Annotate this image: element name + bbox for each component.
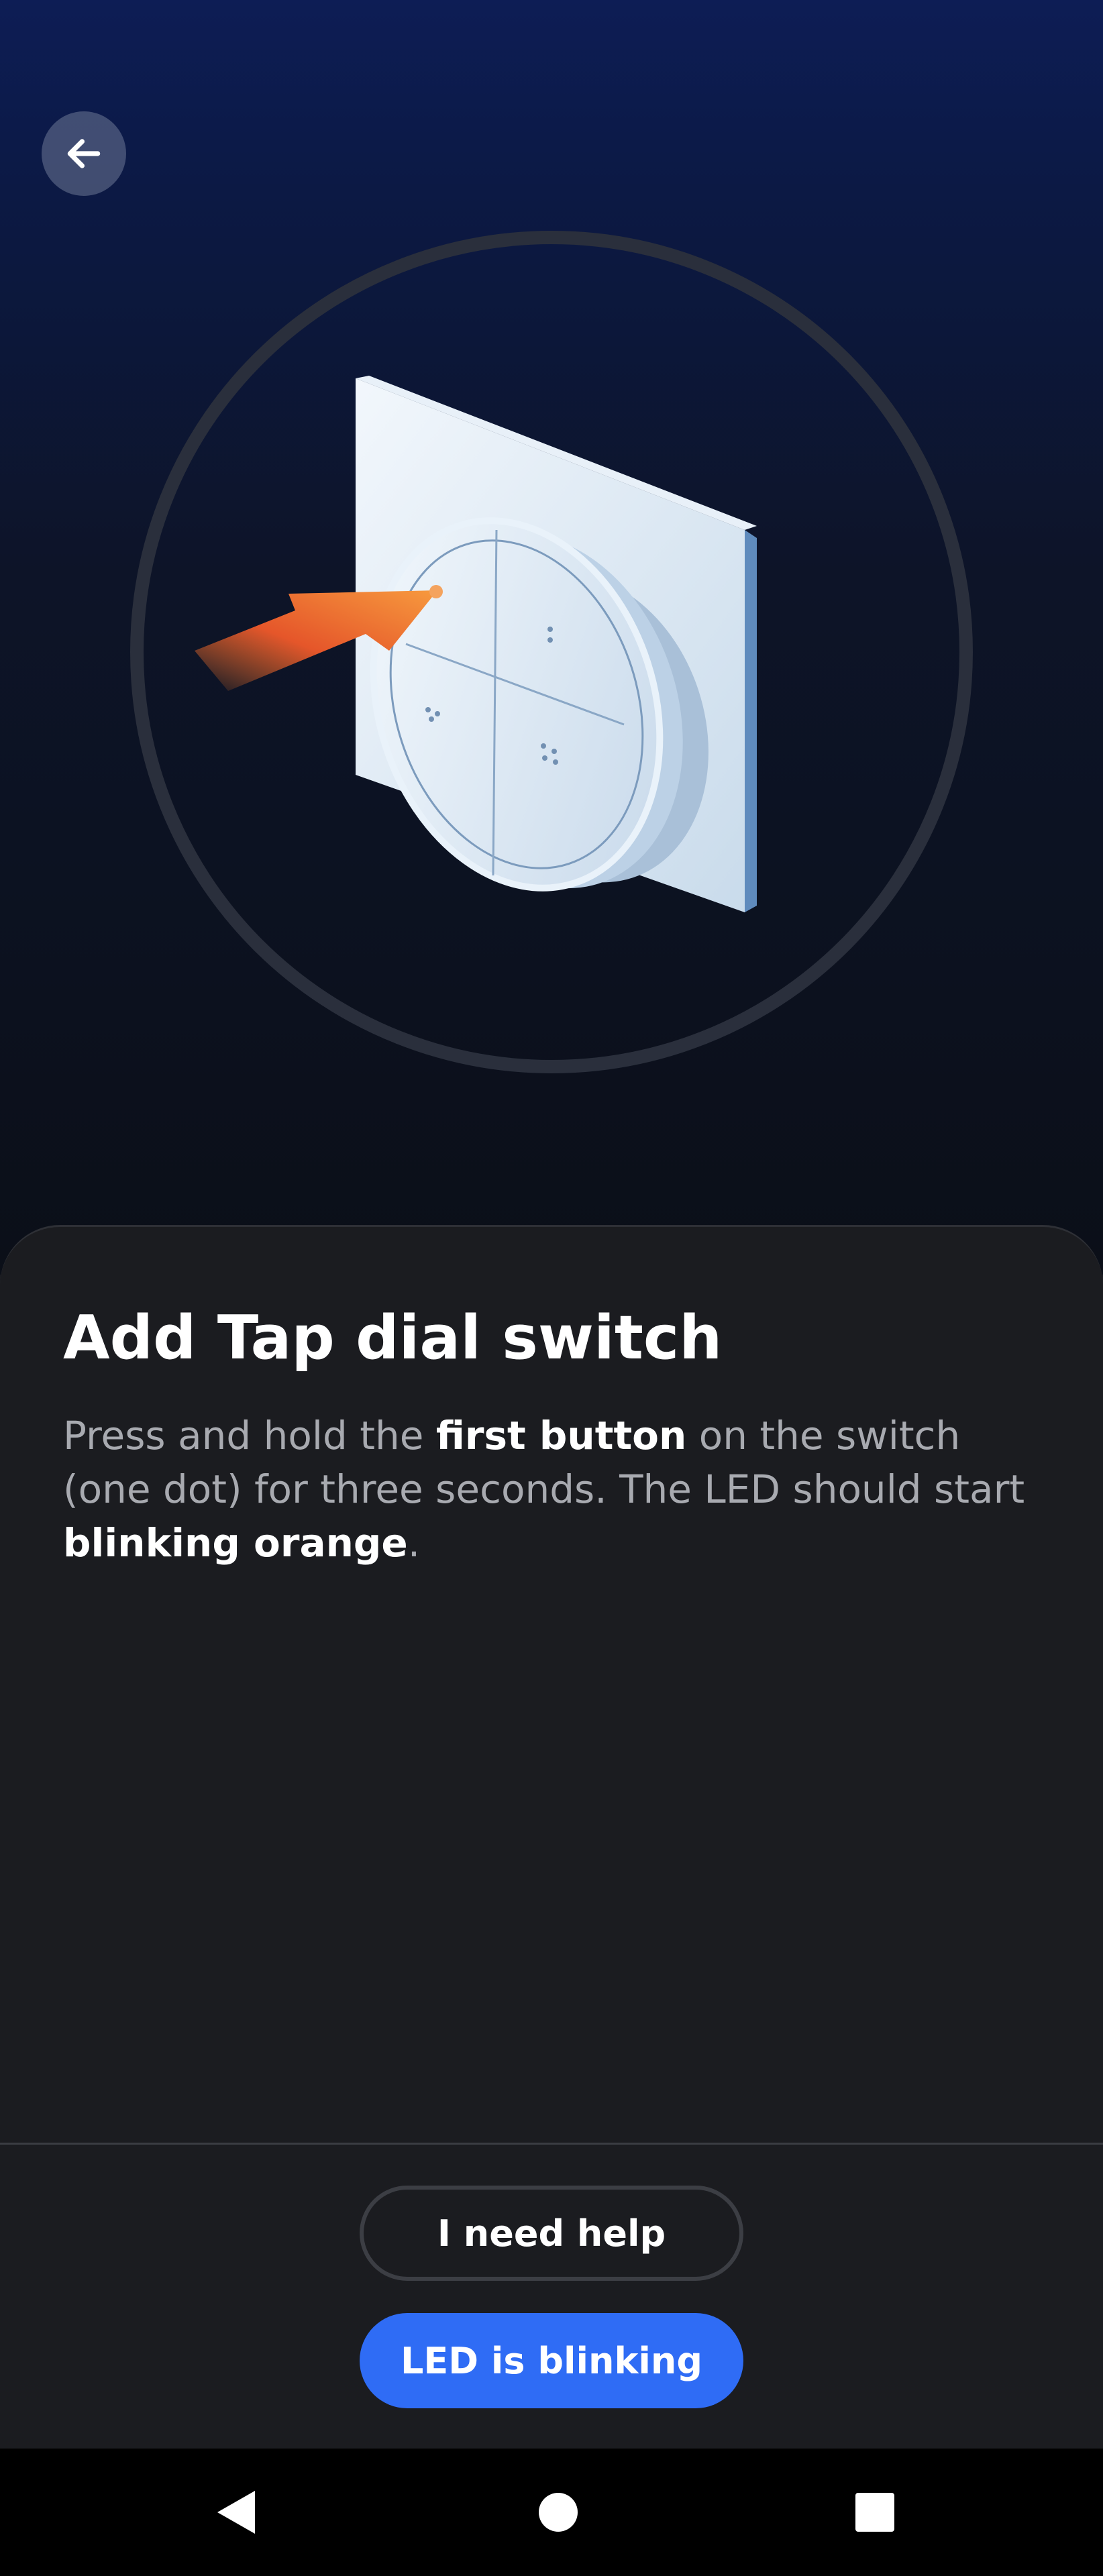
nav-recents-icon: [855, 2493, 894, 2532]
nav-recents-button[interactable]: [821, 2449, 929, 2576]
arrow-left-icon: [67, 139, 101, 168]
tap-dial-switch-illustration: [195, 376, 757, 912]
back-button[interactable]: [42, 111, 126, 196]
nav-home-icon: [539, 2493, 578, 2532]
footer-divider: [0, 2143, 1103, 2145]
system-navigation-bar: [0, 2449, 1103, 2576]
instruction-part: .: [407, 1520, 421, 1566]
nav-back-button[interactable]: [182, 2449, 290, 2576]
led-blinking-button[interactable]: LED is blinking: [360, 2313, 743, 2408]
instruction-emphasis: blinking orange: [63, 1520, 408, 1566]
instruction-emphasis: first button: [435, 1413, 687, 1458]
instruction-text: Press and hold the first button on the s…: [63, 1409, 1043, 1570]
help-button[interactable]: I need help: [360, 2186, 743, 2281]
hero-area: [0, 0, 1103, 1275]
nav-back-icon: [217, 2491, 255, 2534]
page-title: Add Tap dial switch: [63, 1303, 723, 1373]
nav-home-button[interactable]: [505, 2449, 612, 2576]
instruction-part: Press and hold the: [63, 1413, 436, 1458]
